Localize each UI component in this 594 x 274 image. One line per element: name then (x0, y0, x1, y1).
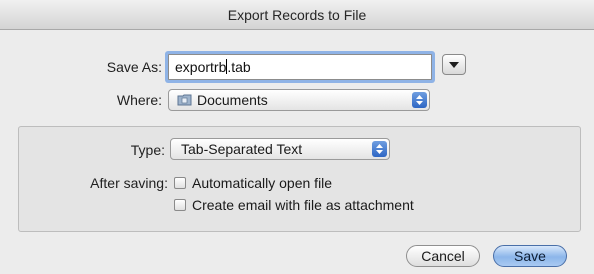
type-selected: Tab-Separated Text (181, 141, 303, 157)
disclosure-triangle-icon (449, 61, 459, 68)
auto-open-option[interactable]: Automatically open file (174, 174, 332, 192)
email-attachment-checkbox[interactable] (174, 199, 186, 211)
type-popup[interactable]: Tab-Separated Text (170, 138, 390, 160)
window-title: Export Records to File (0, 0, 594, 30)
expand-browser-button[interactable] (442, 54, 466, 75)
email-attachment-label: Create email with file as attachment (192, 197, 414, 213)
popup-stepper-icon (372, 141, 387, 157)
popup-stepper-icon (412, 92, 427, 108)
save-button[interactable]: Save (493, 245, 567, 267)
filename-text-after-caret: .tab (227, 59, 251, 75)
email-attachment-option[interactable]: Create email with file as attachment (174, 196, 414, 214)
save-as-field[interactable]: exportrb.tab (168, 54, 432, 80)
filename-text-before-caret: exportrb (175, 59, 227, 75)
folder-icon (177, 94, 192, 106)
auto-open-label: Automatically open file (192, 175, 333, 191)
where-popup[interactable]: Documents (168, 89, 430, 111)
type-label: Type: (130, 142, 165, 158)
where-selected: Documents (197, 92, 268, 108)
auto-open-checkbox[interactable] (174, 177, 186, 189)
after-saving-label: After saving: (90, 175, 168, 191)
where-label: Where: (116, 92, 162, 108)
cancel-button[interactable]: Cancel (406, 245, 480, 267)
export-dialog: Export Records to File Save As: exportrb… (0, 0, 594, 274)
save-as-label: Save As: (106, 59, 162, 75)
